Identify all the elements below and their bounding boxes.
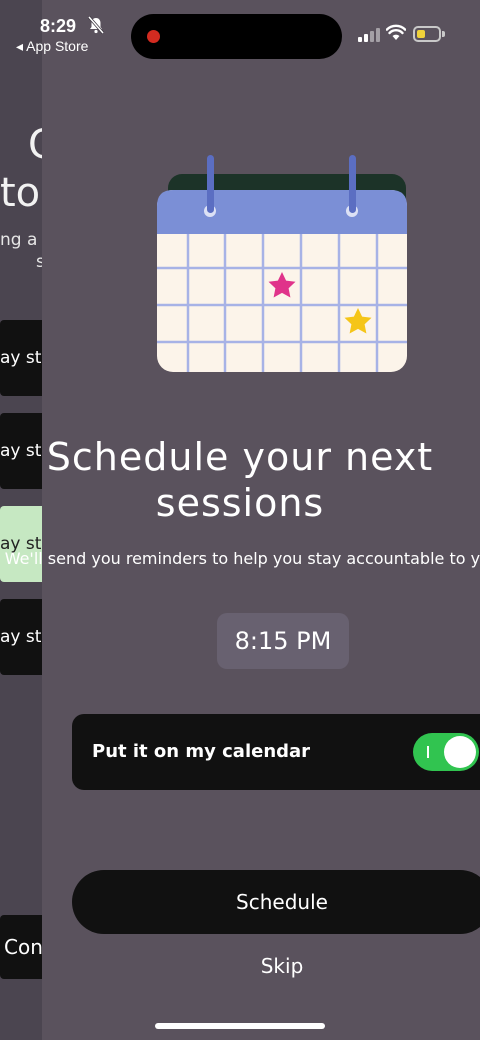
back-to-app-store-link[interactable]: ◂ App Store — [16, 38, 88, 55]
reminder-time-picker[interactable]: 8:15 PM — [217, 613, 349, 669]
calendar-toggle-switch[interactable] — [413, 733, 479, 771]
bell-slash-icon — [88, 16, 104, 34]
sheet-title: Schedule your next sessions — [46, 435, 434, 525]
battery-icon — [413, 26, 445, 42]
status-time: 8:29 — [40, 16, 77, 36]
schedule-sheet: Schedule your next sessions We'll send y… — [5, 0, 480, 1040]
screen: C to ng a s ay stre ay stre ay stre ay s… — [0, 0, 480, 1040]
calendar-illustration-icon — [157, 155, 407, 372]
calendar-toggle-row[interactable]: Put it on my calendar — [72, 714, 480, 790]
skip-button[interactable]: Skip — [222, 952, 342, 980]
home-indicator[interactable] — [155, 1023, 325, 1029]
status-bar: 8:29 ◂ App Store — [0, 0, 480, 60]
calendar-toggle-label: Put it on my calendar — [92, 741, 311, 762]
background-title-line2: to — [0, 170, 41, 216]
cellular-signal-icon — [358, 28, 380, 42]
recording-dot-icon — [147, 30, 160, 43]
schedule-button[interactable]: Schedule — [72, 870, 480, 934]
background-subtitle-line1: ng a — [0, 230, 38, 250]
wifi-icon — [386, 24, 406, 40]
dynamic-island — [131, 14, 342, 59]
sheet-subtitle: We'll send you reminders to help you sta… — [4, 549, 480, 568]
